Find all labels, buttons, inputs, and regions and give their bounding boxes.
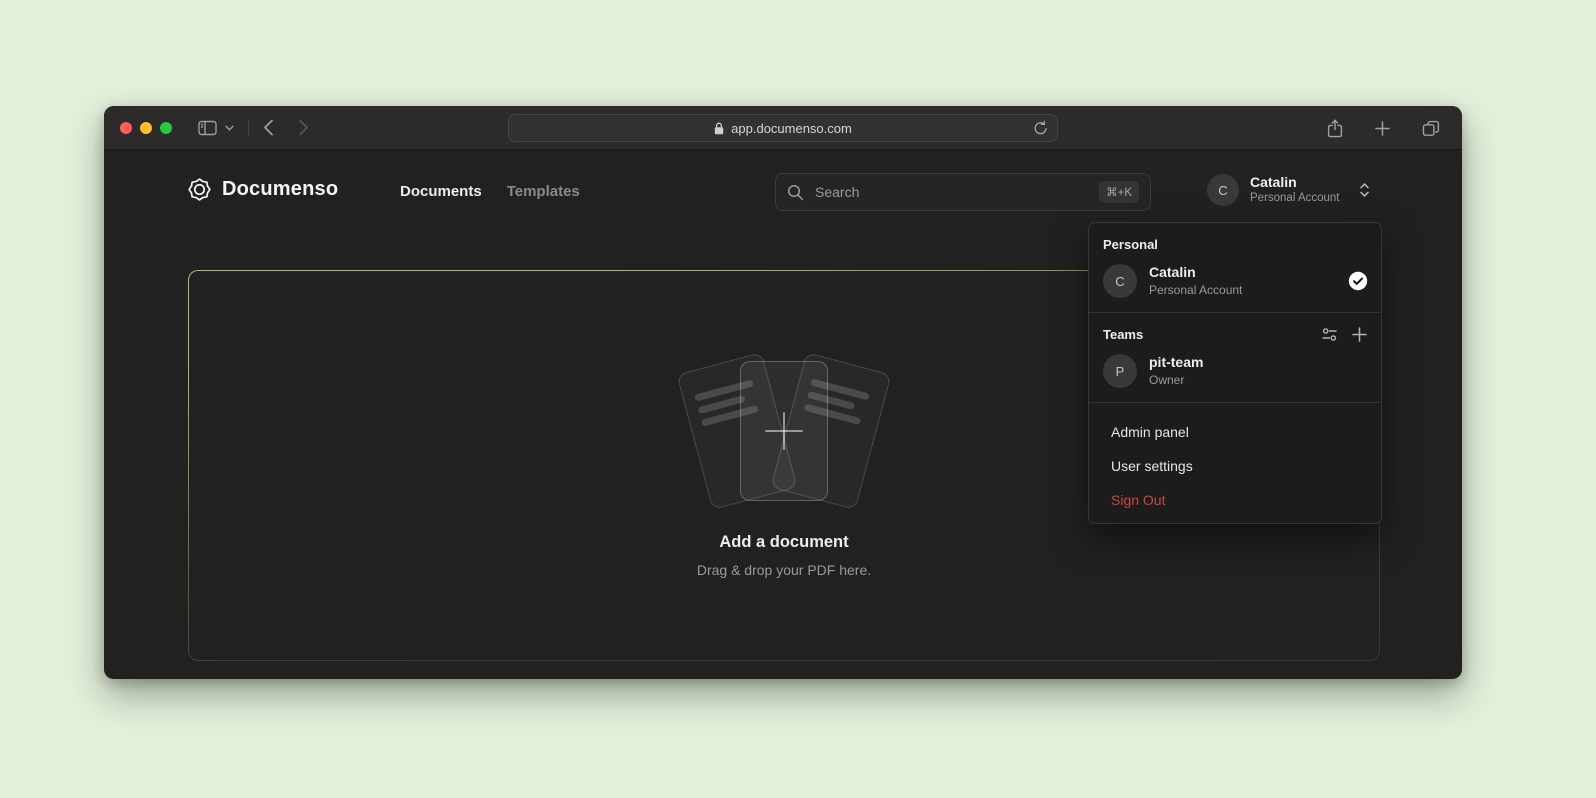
teams-label: Teams: [1103, 327, 1143, 342]
team-name: pit-team: [1149, 354, 1203, 372]
personal-account-text: Catalin Personal Account: [1149, 264, 1242, 298]
personal-account-item[interactable]: C Catalin Personal Account: [1089, 262, 1381, 312]
chevrons-up-down-icon: [1359, 182, 1370, 198]
documenso-logo-icon: [188, 178, 211, 201]
menu-divider: [1089, 312, 1381, 313]
team-role: Owner: [1149, 373, 1203, 388]
toolbar-left-controls: [194, 115, 313, 140]
empty-state-title: Add a document: [719, 533, 848, 552]
account-text: Catalin Personal Account: [1250, 174, 1340, 206]
search-icon: [787, 184, 804, 201]
personal-account-name: Catalin: [1149, 264, 1242, 282]
nav-documents[interactable]: Documents: [400, 183, 482, 200]
share-icon[interactable]: [1323, 115, 1347, 142]
search-bar[interactable]: ⌘+K: [775, 173, 1151, 211]
close-window-button[interactable]: [120, 122, 132, 134]
sidebar-chevron-down-icon[interactable]: [221, 121, 238, 135]
account-dropdown-menu: Personal C Catalin Personal Account Team…: [1088, 222, 1382, 524]
zoom-window-button[interactable]: [160, 122, 172, 134]
teams-header-icons: [1322, 327, 1367, 342]
account-name: Catalin: [1250, 174, 1340, 191]
account-avatar: C: [1207, 174, 1239, 206]
menu-item-sign-out[interactable]: Sign Out: [1089, 483, 1381, 517]
menu-divider: [1089, 402, 1381, 403]
menu-item-user-settings[interactable]: User settings: [1089, 449, 1381, 483]
personal-section-header: Personal: [1089, 235, 1381, 262]
search-input[interactable]: [813, 183, 1099, 201]
main-nav: Documents Templates: [400, 183, 580, 200]
personal-label: Personal: [1103, 237, 1158, 252]
brand-name: Documenso: [222, 178, 338, 201]
nav-templates[interactable]: Templates: [507, 183, 580, 200]
add-document-card: [740, 361, 828, 501]
url-text: app.documenso.com: [731, 121, 852, 136]
document-cards-illustration: [664, 355, 904, 507]
traffic-lights: [120, 122, 172, 134]
account-menu-trigger[interactable]: C Catalin Personal Account: [1207, 174, 1370, 206]
account-subtitle: Personal Account: [1250, 192, 1340, 206]
minimize-window-button[interactable]: [140, 122, 152, 134]
forward-icon[interactable]: [294, 115, 313, 140]
lock-icon: [714, 122, 724, 135]
reload-icon[interactable]: [1033, 120, 1048, 137]
check-circle-icon: [1348, 271, 1368, 291]
toolbar-separator: [248, 120, 249, 136]
toolbar-right-controls: [1323, 106, 1444, 150]
browser-toolbar: app.documenso.com: [104, 106, 1462, 150]
personal-avatar: C: [1103, 264, 1137, 298]
sidebar-toggle-icon[interactable]: [194, 116, 221, 140]
manage-teams-sliders-icon[interactable]: [1322, 327, 1337, 342]
create-team-plus-icon[interactable]: [1352, 327, 1367, 342]
empty-state-subtitle: Drag & drop your PDF here.: [697, 562, 871, 578]
personal-account-subtitle: Personal Account: [1149, 283, 1242, 298]
plus-icon: [761, 408, 807, 454]
tab-overview-icon[interactable]: [1418, 116, 1444, 141]
back-icon[interactable]: [259, 115, 278, 140]
documenso-logo-home-link[interactable]: Documenso: [188, 178, 338, 201]
menu-item-admin-panel[interactable]: Admin panel: [1089, 415, 1381, 449]
browser-window: app.documenso.com: [104, 106, 1462, 679]
team-item[interactable]: P pit-team Owner: [1089, 352, 1381, 402]
search-shortcut-badge: ⌘+K: [1099, 181, 1139, 203]
documenso-app-page: Documenso Documents Templates ⌘+K C Cata…: [104, 150, 1462, 678]
team-text: pit-team Owner: [1149, 354, 1203, 388]
teams-section-header: Teams: [1089, 325, 1381, 352]
team-avatar: P: [1103, 354, 1137, 388]
address-bar[interactable]: app.documenso.com: [508, 114, 1058, 142]
new-tab-plus-icon[interactable]: [1371, 117, 1394, 140]
